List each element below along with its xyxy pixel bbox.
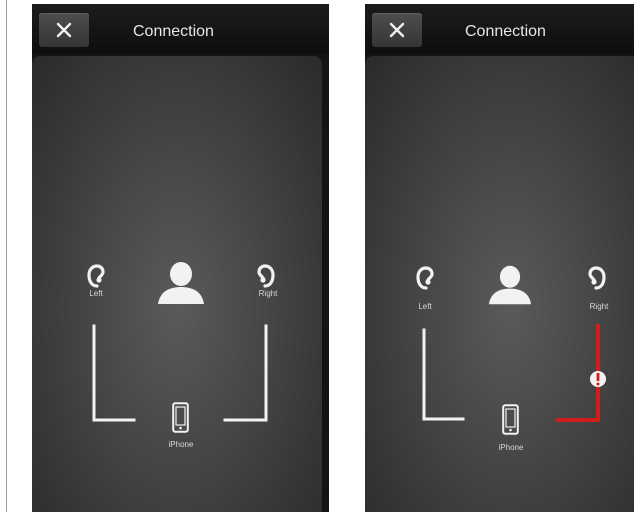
phone-label: iPhone — [168, 440, 194, 449]
close-icon — [389, 22, 405, 38]
phone-icon[interactable] — [502, 404, 519, 435]
page-title: Connection — [133, 23, 214, 40]
top-bar: Connection — [365, 4, 634, 54]
top-bar: Connection — [32, 4, 329, 54]
connection-screen-2: Connection Left Right iPhone — [365, 4, 634, 512]
close-button[interactable] — [39, 13, 89, 47]
right-connection-line-error — [556, 324, 600, 422]
close-button[interactable] — [372, 13, 422, 47]
close-icon — [56, 22, 72, 38]
left-connection-line — [92, 324, 136, 422]
warning-mark — [596, 373, 600, 381]
phone-label: iPhone — [498, 443, 524, 452]
connection-panel: Left Right iPhone — [365, 56, 634, 512]
frame-border — [6, 0, 7, 512]
phone-icon[interactable] — [172, 402, 189, 433]
warning-dot — [596, 382, 600, 386]
connection-panel: Left Right iPhone — [32, 56, 322, 512]
left-connection-line — [422, 328, 465, 421]
right-connection-line — [223, 324, 268, 422]
page-title: Connection — [465, 23, 546, 40]
connection-screen-1: Connection Left Right iPhone — [32, 4, 329, 512]
